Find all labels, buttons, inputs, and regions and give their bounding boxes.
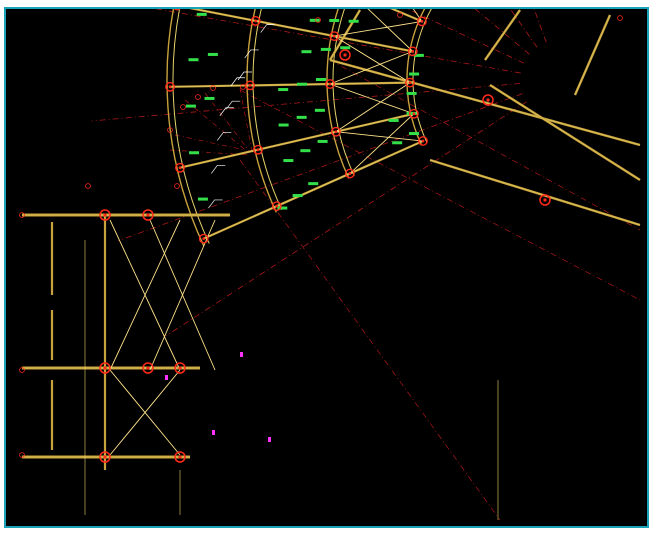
axis-line (155, 9, 521, 74)
axis-bubble (180, 104, 186, 110)
connection-node-center (254, 19, 258, 23)
connection-node-center (178, 366, 182, 370)
dimension-mark (320, 47, 331, 51)
connection-node-center (420, 19, 424, 23)
connection-nodes (19, 9, 623, 463)
axis-line (329, 59, 641, 231)
connection-node-center (146, 213, 150, 217)
connection-node (173, 9, 181, 11)
connection-node-center (332, 34, 336, 38)
dimension-mark (278, 88, 289, 92)
straight-beam-edge (429, 159, 641, 226)
radial-member-edge (170, 82, 411, 88)
connection-node-center (146, 366, 150, 370)
accent-mark (212, 430, 215, 435)
connection-node-center (103, 366, 107, 370)
dimension-mark (301, 50, 312, 54)
accent-mark (240, 352, 243, 357)
accent-mark (165, 375, 168, 380)
leader-mark (244, 49, 259, 59)
connection-node-center (103, 455, 107, 459)
axis-line (239, 159, 501, 521)
axis-line (174, 134, 246, 151)
dimension-mark (188, 58, 199, 62)
connection-node-center (178, 455, 182, 459)
dimension-mark (314, 108, 325, 112)
connection-node-center (168, 85, 172, 89)
straight-beam-edge (574, 14, 611, 96)
axis-line (91, 83, 521, 122)
connection-node-center (178, 166, 182, 170)
leader-mark (211, 165, 226, 174)
connection-node-center (328, 82, 332, 86)
dimension-mark (189, 151, 200, 155)
dimension-mark (300, 149, 311, 153)
connection-node-center (103, 213, 107, 217)
dimension-mark (283, 159, 294, 163)
dimension-mark (348, 19, 359, 23)
dimension-mark (292, 194, 303, 198)
dimension-mark (309, 18, 320, 22)
connection-node-center (248, 84, 252, 87)
dimension-mark (392, 141, 403, 145)
dimension-mark (409, 72, 420, 76)
axis-bubble (85, 183, 91, 189)
curved-beam-flange (412, 9, 432, 143)
connection-node-center (411, 49, 415, 53)
connection-node-center (334, 130, 338, 134)
axis-bubble (617, 15, 623, 21)
axis-bubble (195, 94, 201, 100)
connection-node-center (543, 198, 547, 202)
dimension-mark (308, 182, 319, 186)
dimension-mark (185, 104, 196, 108)
cad-viewport[interactable] (4, 7, 649, 528)
dimension-mark (296, 115, 307, 119)
straight-beam-edge (489, 84, 641, 181)
axis-bubble (174, 183, 180, 189)
curved-beam-flange (166, 9, 205, 247)
connection-node-center (275, 204, 279, 208)
connection-node-center (256, 148, 260, 152)
straight-beam-edge (329, 59, 641, 146)
curved-beam-flange (332, 9, 355, 177)
accent-mark (268, 437, 271, 442)
dimension-mark (204, 96, 215, 100)
steel-members (22, 9, 641, 520)
connection-node-center (343, 53, 347, 57)
straight-beam-edge (484, 9, 521, 61)
structural-plan-drawing (19, 9, 641, 521)
axis-line (474, 9, 530, 55)
connection-node-center (412, 112, 416, 116)
dimension-marks (165, 12, 424, 442)
dimension-mark (340, 46, 351, 50)
axis-bubble (397, 12, 403, 18)
connection-node-center (421, 139, 425, 143)
leader-mark (217, 132, 232, 141)
axis-line (509, 9, 538, 48)
dimension-mark (317, 139, 328, 143)
connection-node-center (202, 237, 206, 241)
dimension-mark (316, 78, 326, 81)
connection-node-center (348, 172, 352, 175)
dimension-mark (329, 18, 340, 22)
dimension-mark (196, 12, 207, 16)
radial-member (188, 9, 413, 53)
leader-mark (237, 71, 252, 81)
dimension-mark (297, 82, 308, 86)
cross-braces (109, 9, 424, 456)
connection-node-center (486, 98, 490, 102)
dimension-mark (409, 132, 420, 136)
dimension-mark (207, 52, 218, 56)
dimension-mark (197, 197, 208, 201)
connection-node-center (408, 81, 412, 85)
dimension-mark (406, 91, 417, 95)
dimension-mark (388, 118, 399, 122)
dimension-mark (278, 123, 289, 127)
